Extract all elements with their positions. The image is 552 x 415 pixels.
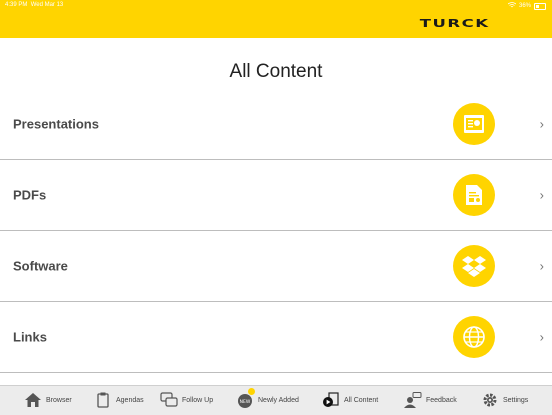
clipboard-icon xyxy=(94,391,112,409)
status-time-date: 4:39 PM Wed Mar 13 xyxy=(5,2,64,8)
header-bar: 4:39 PM Wed Mar 13 36% TURCK xyxy=(0,0,552,38)
list-item-label: Presentations xyxy=(13,116,99,132)
presentation-icon xyxy=(453,103,495,145)
battery-icon xyxy=(534,2,546,10)
tab-feedback[interactable]: Feedback xyxy=(404,391,457,409)
list-item-label: Software xyxy=(13,258,68,274)
list-item-pdfs[interactable]: PDFs › xyxy=(0,160,552,231)
new-badge-icon: NEW xyxy=(236,388,255,409)
tab-newly-added[interactable]: NEW Newly Added xyxy=(236,388,299,409)
chevron-right-icon: › xyxy=(539,329,544,345)
wifi-icon xyxy=(507,2,517,10)
globe-icon xyxy=(453,316,495,358)
tab-label: Browser xyxy=(46,396,72,404)
tab-label: Feedback xyxy=(426,396,457,404)
bottom-tab-bar: Browser Agendas Follow Up NEW Newly Adde… xyxy=(0,385,552,415)
tab-agendas[interactable]: Agendas xyxy=(94,391,144,409)
home-icon xyxy=(24,391,42,409)
tab-label: Newly Added xyxy=(258,396,299,404)
tab-label: All Content xyxy=(344,396,379,404)
battery-percent: 36% xyxy=(518,3,531,9)
chat-bubbles-icon xyxy=(160,391,178,409)
tab-settings[interactable]: Settings xyxy=(481,391,528,409)
list-item-software[interactable]: Software › xyxy=(0,231,552,302)
chevron-right-icon: › xyxy=(539,258,544,274)
feedback-person-icon xyxy=(404,391,422,409)
content-list: Presentations › PDFs › Software › Links … xyxy=(0,89,552,373)
chevron-right-icon: › xyxy=(539,187,544,203)
list-item-links[interactable]: Links › xyxy=(0,302,552,373)
gear-icon xyxy=(481,391,499,409)
pdf-document-icon xyxy=(453,174,495,216)
page-title: All Content xyxy=(229,61,323,82)
dropbox-icon xyxy=(453,245,495,287)
list-item-presentations[interactable]: Presentations › xyxy=(0,89,552,160)
turck-logo: TURCK xyxy=(420,17,490,30)
list-item-label: Links xyxy=(13,329,47,345)
tab-all-content[interactable]: All Content xyxy=(322,391,378,409)
tab-label: Settings xyxy=(503,396,529,404)
chevron-right-icon: › xyxy=(539,116,544,132)
svg-text:NEW: NEW xyxy=(240,399,251,405)
tab-label: Agendas xyxy=(116,396,144,404)
list-item-label: PDFs xyxy=(13,187,47,203)
status-indicators: 36% xyxy=(507,2,546,10)
tab-label: Follow Up xyxy=(182,396,214,404)
tab-follow-up[interactable]: Follow Up xyxy=(160,391,213,409)
play-list-icon xyxy=(322,391,340,409)
tab-browser[interactable]: Browser xyxy=(24,391,72,409)
notification-badge xyxy=(248,388,255,395)
